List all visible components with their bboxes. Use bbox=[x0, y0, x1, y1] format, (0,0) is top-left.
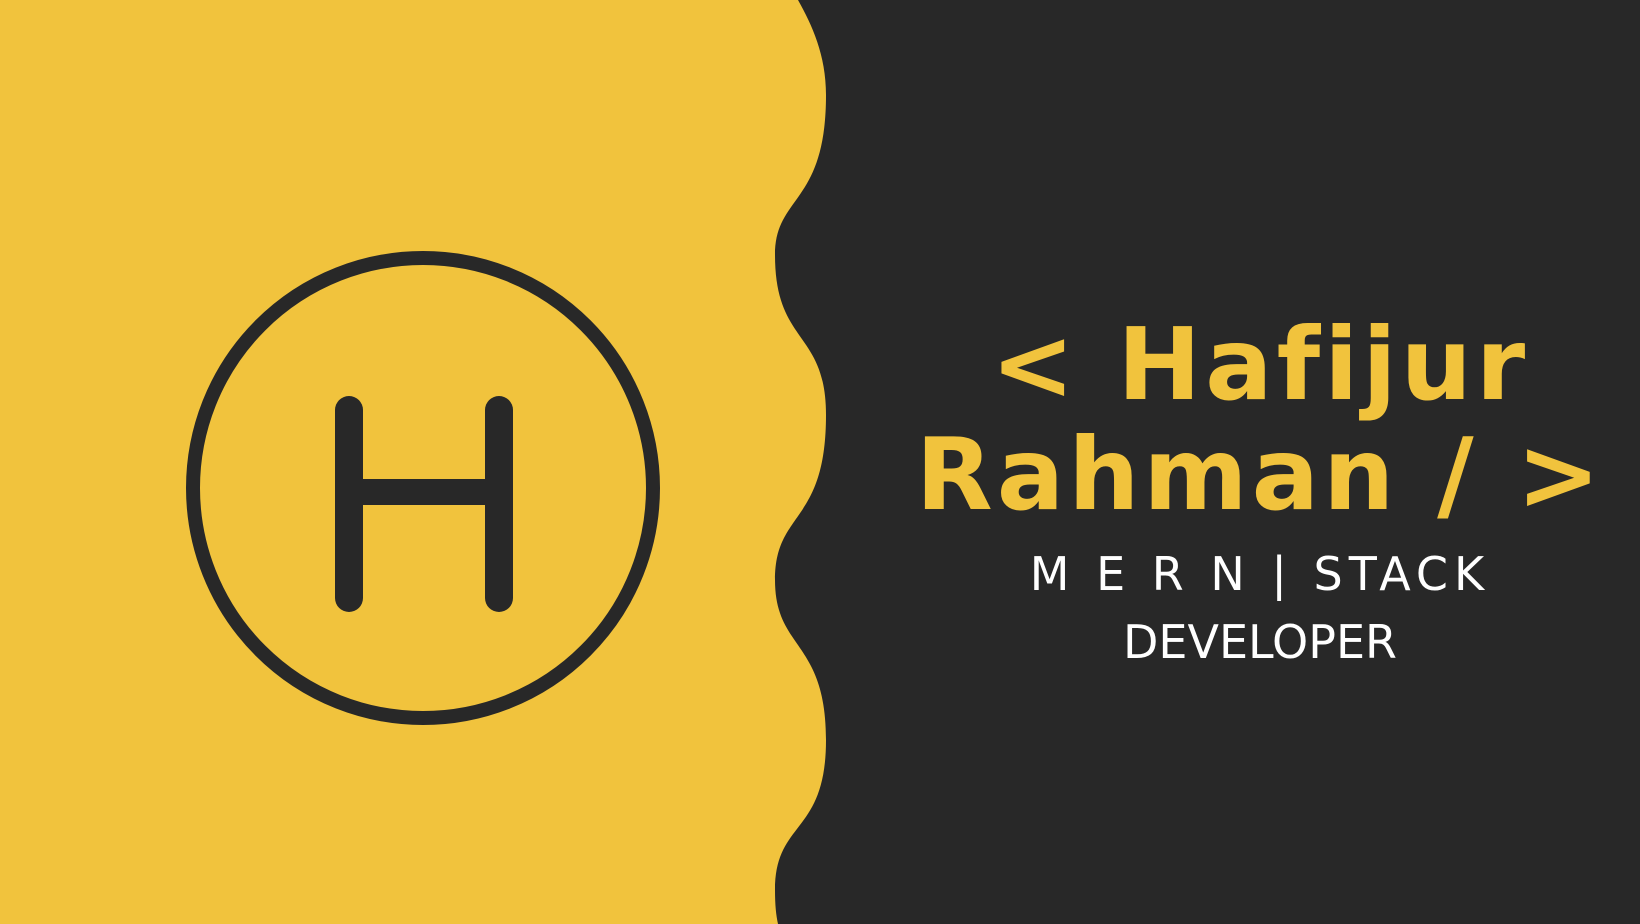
role-line-2: DEVELOPER bbox=[1123, 615, 1397, 669]
title-block: < Hafijur Rahman / > M E R N | STACK DEV… bbox=[900, 310, 1620, 676]
monogram-circle-icon: H bbox=[185, 250, 660, 725]
developer-role: M E R N | STACK DEVELOPER bbox=[900, 540, 1620, 676]
name-line-2: Rahman / > bbox=[915, 416, 1605, 533]
banner: H < Hafijur Rahman / > M E R N | STACK D… bbox=[0, 0, 1640, 924]
logo-letter: H bbox=[185, 250, 186, 251]
logo: H bbox=[185, 250, 660, 725]
developer-name: < Hafijur Rahman / > bbox=[900, 310, 1620, 530]
name-line-1: < Hafijur bbox=[990, 306, 1530, 423]
role-line-1: M E R N | STACK bbox=[1029, 547, 1491, 601]
